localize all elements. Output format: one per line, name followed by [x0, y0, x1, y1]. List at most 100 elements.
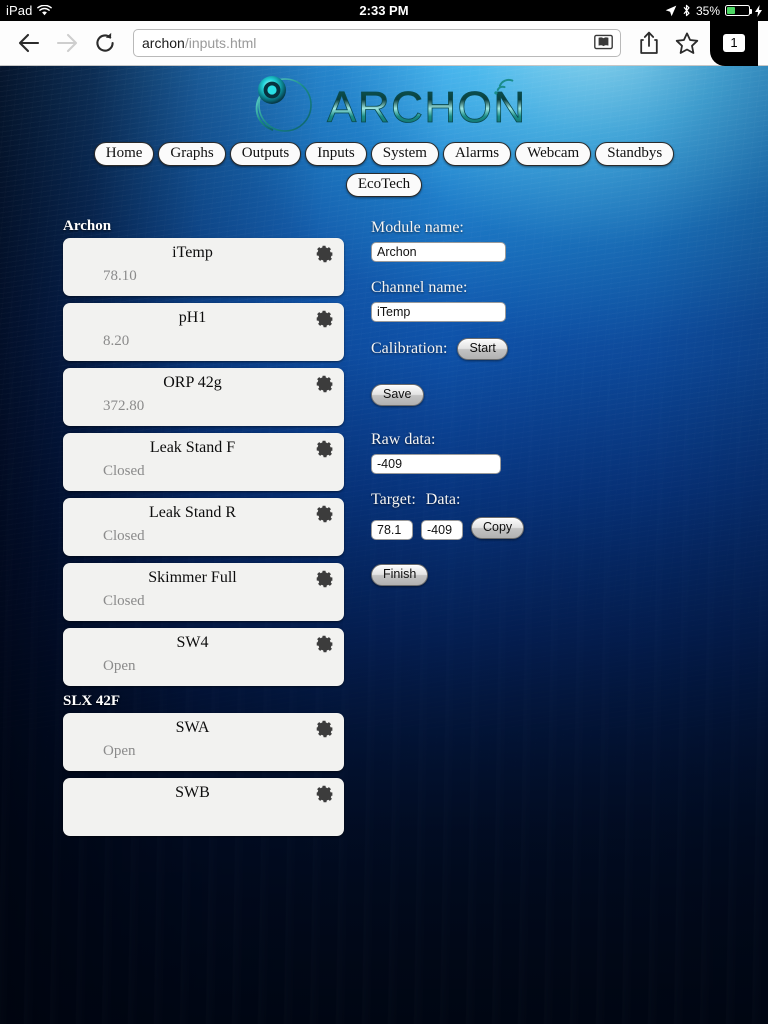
nav-button-outputs[interactable]: Outputs	[229, 142, 302, 166]
channel-card[interactable]: ORP 42g 372.80	[63, 368, 344, 426]
back-button[interactable]	[10, 24, 48, 62]
back-arrow-icon	[18, 33, 40, 53]
channel-card[interactable]: pH1 8.20	[63, 303, 344, 361]
gear-icon	[316, 505, 334, 523]
battery-percent-label: 35%	[695, 3, 720, 18]
channel-card-value: Open	[103, 658, 136, 674]
channel-card[interactable]: Leak Stand R Closed	[63, 498, 344, 556]
channel-card-value: 78.10	[103, 268, 137, 284]
data-input[interactable]	[421, 520, 463, 540]
forward-arrow-icon	[56, 33, 78, 53]
gear-icon	[316, 635, 334, 653]
finish-button[interactable]: Finish	[371, 564, 429, 586]
lightning-bolt-icon	[755, 4, 762, 17]
site-header: ARCHON	[0, 66, 768, 142]
channel-name-label: Channel name:	[371, 279, 468, 296]
nav-row-primary: Home Graphs Outputs Inputs System Alarms Webca…	[0, 142, 768, 173]
channel-card[interactable]: SWB	[63, 778, 344, 836]
reader-view-button[interactable]	[594, 34, 613, 53]
address-bar[interactable]: archon/inputs.html	[133, 29, 621, 57]
channel-settings-gear-icon[interactable]	[316, 635, 334, 653]
module-name-label: Module name:	[371, 219, 464, 236]
device-name: iPad	[6, 3, 33, 18]
channel-settings-gear-icon[interactable]	[316, 505, 334, 523]
raw-data-input[interactable]	[371, 454, 501, 474]
channel-card-value: Closed	[103, 593, 145, 609]
channel-card-value: 372.80	[103, 398, 145, 414]
save-button[interactable]: Save	[371, 384, 424, 406]
url-host: archon	[142, 35, 185, 51]
channel-settings-gear-icon[interactable]	[316, 785, 334, 803]
target-input[interactable]	[371, 520, 413, 540]
tab-count-label: 1	[723, 33, 745, 53]
channel-card[interactable]: SW4 Open	[63, 628, 344, 686]
reader-view-icon	[594, 34, 613, 50]
channel-card[interactable]: Skimmer Full Closed	[63, 563, 344, 621]
channel-card-name: SWB	[175, 784, 210, 801]
forward-button[interactable]	[48, 24, 86, 62]
ipad-screen: iPad 2:33 PM 35% archon /inputs.html 1 A…	[0, 0, 768, 1024]
channel-card-name: Leak Stand F	[149, 439, 236, 456]
webpage-body: ARCHON Home Graphs Outputs Inputs System Alar…	[0, 66, 768, 1024]
channel-settings-gear-icon[interactable]	[316, 570, 334, 588]
nav-button-ecotech[interactable]: EcoTech	[345, 173, 423, 197]
nav-button-inputs[interactable]: Inputs	[305, 142, 367, 166]
nav-button-home[interactable]: Home	[93, 142, 155, 166]
channel-card-name: iTemp	[172, 244, 213, 261]
nav-button-system[interactable]: System	[370, 142, 439, 166]
channel-group-title: Archon	[63, 218, 112, 234]
channel-settings-gear-icon[interactable]	[316, 720, 334, 738]
nav-button-graphs[interactable]: Graphs	[158, 142, 226, 166]
channel-card[interactable]: SWA Open	[63, 713, 344, 771]
reload-icon	[96, 32, 114, 52]
gear-icon	[316, 375, 334, 393]
raw-data-label: Raw data:	[371, 431, 436, 448]
channel-card[interactable]: Leak Stand F Closed	[63, 433, 344, 491]
target-data-row: Copy	[371, 516, 768, 540]
gear-icon	[316, 245, 334, 263]
target-label: Target:	[371, 491, 416, 508]
tab-overview-button[interactable]: 1	[706, 20, 758, 66]
channel-settings-gear-icon[interactable]	[316, 310, 334, 328]
channel-name-input[interactable]	[371, 302, 506, 322]
channel-card-value: Closed	[103, 528, 145, 544]
url-path: /inputs.html	[184, 35, 257, 51]
bookmark-button[interactable]	[668, 24, 706, 62]
channel-card-name: Leak Stand R	[148, 504, 237, 521]
channel-settings-gear-icon[interactable]	[316, 245, 334, 263]
module-name-input[interactable]	[371, 242, 506, 262]
finish-row: Finish	[371, 564, 768, 586]
main-navigation: Home Graphs Outputs Inputs System Alarms Webca…	[0, 142, 768, 204]
reload-button[interactable]	[86, 24, 124, 62]
channel-settings-gear-icon[interactable]	[316, 440, 334, 458]
channel-card-name: pH1	[178, 309, 207, 326]
gear-icon	[316, 785, 334, 803]
svg-text:ARCHON: ARCHON	[327, 83, 527, 132]
channel-card[interactable]: iTemp 78.10	[63, 238, 344, 296]
safari-toolbar: archon/inputs.html 1	[0, 20, 768, 66]
calibration-label: Calibration:	[371, 340, 448, 357]
ios-status-bar: iPad 2:33 PM 35%	[0, 0, 768, 21]
target-data-labels: Target: Data:	[371, 490, 768, 510]
share-button[interactable]	[630, 24, 668, 62]
status-bar-clock: 2:33 PM	[359, 3, 409, 18]
bluetooth-icon	[682, 4, 691, 17]
calibration-start-button[interactable]: Start	[457, 338, 508, 360]
channel-card-name: ORP 42g	[163, 374, 222, 391]
battery-icon	[725, 5, 752, 16]
channel-card-value: 8.20	[103, 333, 130, 349]
nav-row-secondary: EcoTech	[0, 173, 768, 204]
nav-button-webcam[interactable]: Webcam	[515, 142, 592, 166]
channel-card-name: SWA	[175, 719, 210, 736]
nav-button-standbys[interactable]: Standbys	[595, 142, 675, 166]
channel-settings-gear-icon[interactable]	[316, 375, 334, 393]
gear-icon	[316, 720, 334, 738]
copy-button[interactable]: Copy	[471, 517, 525, 539]
nav-button-alarms[interactable]: Alarms	[442, 142, 512, 166]
gear-icon	[316, 310, 334, 328]
channel-group-title: SLX 42F	[63, 693, 121, 709]
archon-logo-graphic: ARCHON	[255, 76, 527, 132]
save-row: Save	[371, 384, 768, 406]
gear-icon	[316, 440, 334, 458]
calibration-row: Calibration: Start	[371, 338, 768, 360]
